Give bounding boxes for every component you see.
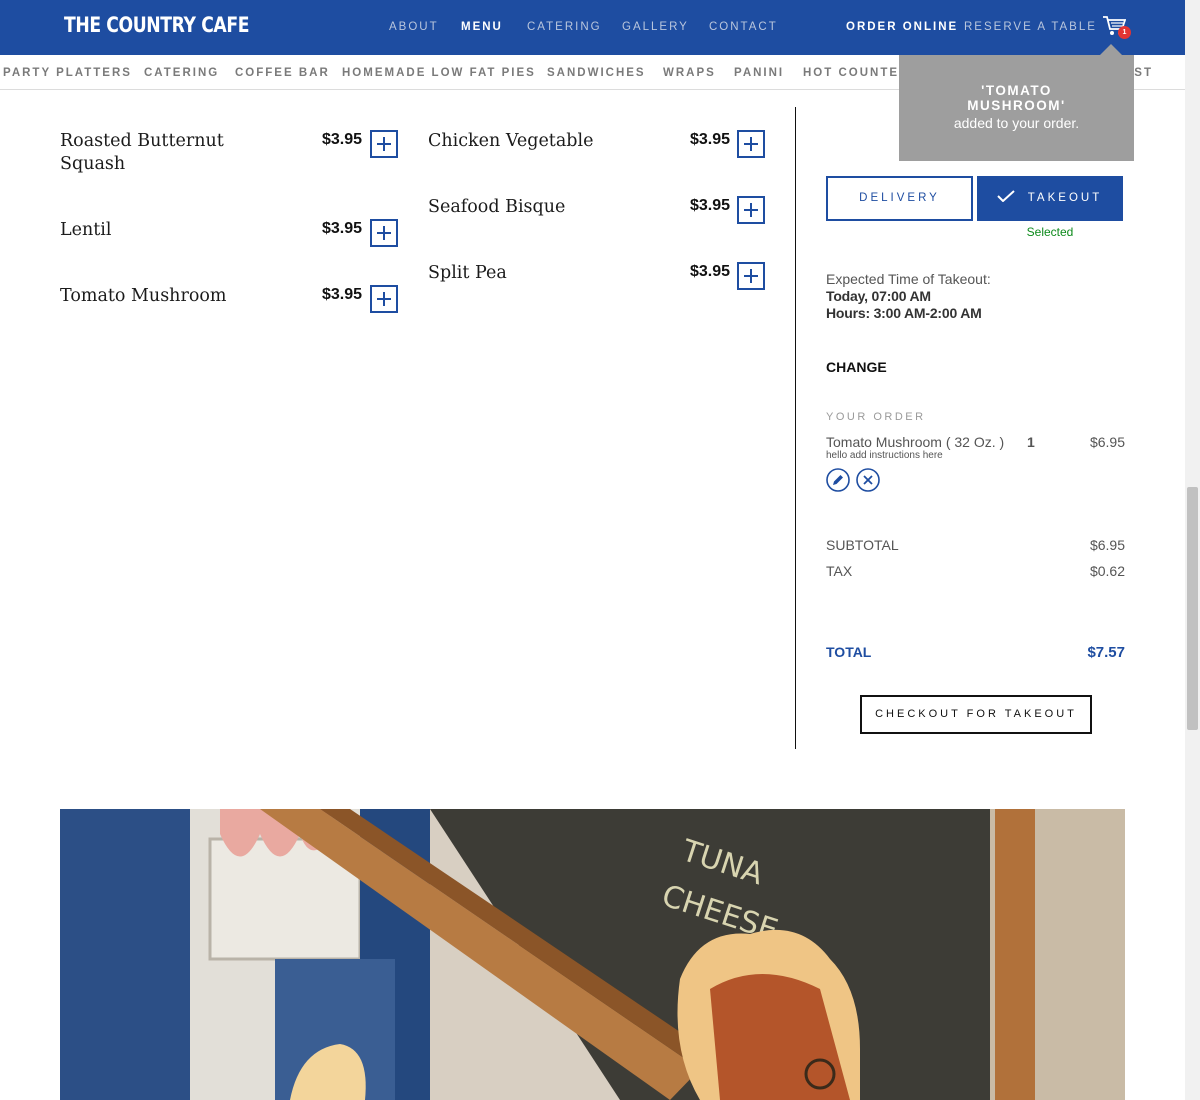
- line-item-instructions: hello add instructions here: [826, 450, 943, 461]
- menu-item-name: Tomato Mushroom: [60, 286, 227, 306]
- add-item-button[interactable]: [737, 130, 765, 158]
- toast-pointer: [1100, 44, 1122, 55]
- top-navigation-bar: THE COUNTRY CAFE ABOUT MENU CATERING GAL…: [0, 0, 1185, 55]
- total-value: $7.57: [1087, 644, 1125, 661]
- menu-item-price: $3.95: [690, 197, 731, 214]
- line-item-name: Tomato Mushroom ( 32 Oz. ): [826, 434, 1005, 450]
- category-party-platters[interactable]: PARTY PLATTERS: [3, 67, 132, 79]
- add-item-button[interactable]: [737, 196, 765, 224]
- your-order-heading: YOUR ORDER: [826, 411, 926, 423]
- expected-time-value: Today, 07:00 AM: [826, 288, 931, 304]
- menu-item-price: $3.95: [690, 263, 731, 280]
- nav-menu[interactable]: MENU: [461, 21, 503, 33]
- category-wraps[interactable]: WRAPS: [663, 67, 716, 79]
- subtotal-label: SUBTOTAL: [826, 537, 899, 553]
- menu-item-name: Seafood Bisque: [428, 197, 566, 217]
- nav-gallery[interactable]: GALLERY: [622, 21, 689, 33]
- toast-title: 'TOMATO MUSHROOM': [967, 83, 1066, 113]
- category-catering[interactable]: CATERING: [144, 67, 219, 79]
- change-button[interactable]: CHANGE: [826, 359, 887, 375]
- total-label: TOTAL: [826, 644, 872, 660]
- site-logo[interactable]: THE COUNTRY CAFE: [64, 13, 249, 37]
- menu-item-name: Roasted Butternut Squash: [60, 131, 224, 174]
- menu-item-name: Split Pea: [428, 263, 507, 283]
- category-low-fat-pies[interactable]: HOMEMADE LOW FAT PIES: [342, 67, 536, 79]
- menu-item-price: $3.95: [322, 220, 363, 237]
- category-hot-counter[interactable]: HOT COUNTER: [803, 67, 909, 79]
- subtotal-value: $6.95: [1089, 537, 1125, 553]
- menu-item-price: $3.95: [690, 131, 731, 148]
- add-item-button[interactable]: [370, 130, 398, 158]
- nav-order-online[interactable]: ORDER ONLINE: [846, 21, 958, 33]
- takeout-button[interactable]: TAKEOUT: [977, 176, 1123, 221]
- category-sandwiches[interactable]: SANDWICHES: [547, 67, 646, 79]
- remove-icon[interactable]: [856, 468, 880, 492]
- rooster-figure-image: TUNA CHEESE: [60, 809, 1125, 1100]
- scrollbar-thumb[interactable]: [1187, 487, 1198, 730]
- toast-message: added to your order.: [953, 115, 1080, 131]
- add-item-button[interactable]: [370, 285, 398, 313]
- nav-reserve-table[interactable]: RESERVE A TABLE: [964, 21, 1097, 33]
- category-coffee-bar[interactable]: COFFEE BAR: [235, 67, 330, 79]
- selected-indicator: Selected: [1026, 225, 1074, 239]
- nav-catering[interactable]: CATERING: [527, 21, 602, 33]
- cart-button[interactable]: 1: [1102, 15, 1132, 41]
- added-to-order-toast: 'TOMATO MUSHROOM' added to your order.: [899, 55, 1134, 161]
- nav-about[interactable]: ABOUT: [389, 21, 439, 33]
- expected-time-label: Expected Time of Takeout:: [826, 271, 991, 287]
- line-item-price: $6.95: [1089, 434, 1125, 450]
- check-icon: [997, 190, 1015, 202]
- cart-count-badge: 1: [1118, 26, 1131, 39]
- menu-item-price: $3.95: [322, 131, 363, 148]
- edit-icon[interactable]: [826, 468, 850, 492]
- nav-contact[interactable]: CONTACT: [709, 21, 778, 33]
- delivery-button[interactable]: DELIVERY: [826, 176, 973, 221]
- category-panini[interactable]: PANINI: [734, 67, 784, 79]
- tax-label: TAX: [826, 563, 853, 579]
- menu-item-price: $3.95: [322, 286, 363, 303]
- add-item-button[interactable]: [737, 262, 765, 290]
- business-hours: Hours: 3:00 AM-2:00 AM: [826, 305, 982, 321]
- column-divider: [795, 107, 796, 749]
- cafe-photo: TUNA CHEESE: [60, 809, 1125, 1100]
- menu-item-name: Lentil: [60, 220, 112, 240]
- menu-item-name: Chicken Vegetable: [428, 131, 594, 151]
- tax-value: $0.62: [1089, 563, 1125, 579]
- line-item-quantity: 1: [1027, 434, 1035, 450]
- checkout-button[interactable]: CHECKOUT FOR TAKEOUT: [860, 695, 1092, 734]
- add-item-button[interactable]: [370, 219, 398, 247]
